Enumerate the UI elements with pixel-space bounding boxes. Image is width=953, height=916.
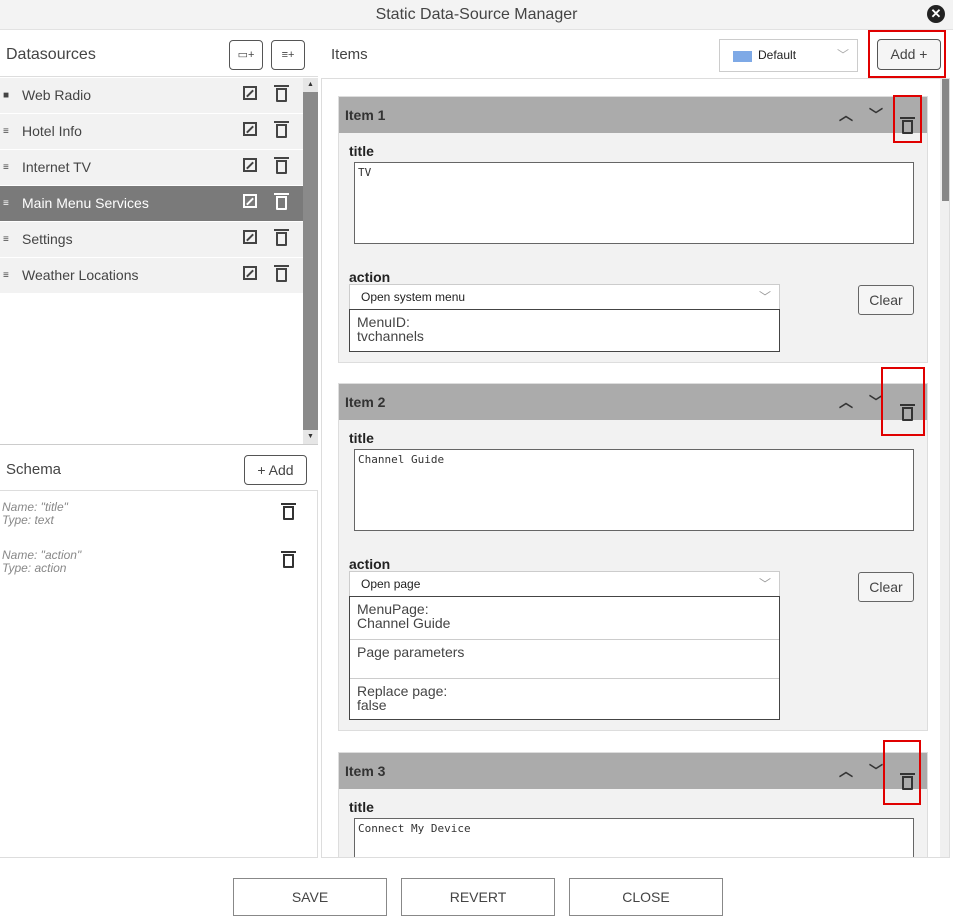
datasource-label: Hotel Info: [22, 123, 82, 139]
database-icon: ≡: [3, 234, 9, 245]
item-card-2: Item 2 ︿ ﹀ title Channel Guide action Op…: [338, 383, 928, 731]
action-select[interactable]: Open system menu ﹀: [349, 284, 780, 310]
title-textarea[interactable]: Connect My Device: [354, 818, 914, 857]
scroll-down-arrow[interactable]: ▼: [303, 430, 318, 444]
schema-field-title[interactable]: Name: "title" Type: text: [2, 501, 68, 527]
datasource-label: Weather Locations: [22, 267, 139, 283]
schema-field-action[interactable]: Name: "action" Type: action: [2, 549, 81, 575]
action-params[interactable]: MenuPage: Channel Guide Page parameters R…: [349, 596, 780, 720]
database-icon: ≡: [3, 126, 9, 137]
move-down-icon[interactable]: ﹀: [869, 97, 883, 133]
item-header[interactable]: Item 3 ︿ ﹀: [339, 753, 927, 790]
add-folder-button[interactable]: ▭+: [229, 40, 263, 70]
item-header[interactable]: Item 1 ︿ ﹀: [339, 97, 927, 134]
window-title: Static Data-Source Manager: [0, 0, 953, 30]
trash-icon[interactable]: [274, 224, 289, 259]
datasource-item[interactable]: ■ Web Radio: [0, 78, 303, 113]
datasource-label: Main Menu Services: [22, 195, 149, 211]
highlight-box: [883, 740, 921, 805]
clear-button[interactable]: Clear: [858, 285, 914, 315]
edit-icon[interactable]: [243, 258, 257, 293]
items-list: Item 1 ︿ ﹀ title TV action Open system m…: [321, 78, 950, 858]
highlight-box: [893, 95, 922, 143]
move-up-icon[interactable]: ︿: [839, 97, 853, 133]
title-label: title: [349, 143, 374, 159]
database-icon: ≡: [3, 162, 9, 173]
edit-icon[interactable]: [243, 186, 257, 221]
folder-icon: ■: [3, 90, 10, 101]
items-scrollbar[interactable]: [940, 79, 949, 857]
schema-delete-title[interactable]: [281, 503, 296, 525]
clear-button[interactable]: Clear: [858, 572, 914, 602]
trash-icon[interactable]: [274, 152, 289, 187]
language-flag-icon: [733, 51, 752, 62]
move-up-icon[interactable]: ︿: [839, 753, 853, 789]
action-label: action: [349, 269, 391, 285]
action-select[interactable]: Open page ﹀: [349, 571, 780, 597]
add-datasource-button[interactable]: ≡+: [271, 40, 305, 70]
action-params[interactable]: MenuID: tvchannels: [349, 309, 780, 352]
datasource-label: Internet TV: [22, 159, 92, 175]
trash-icon: [281, 551, 296, 568]
datasource-item[interactable]: ≡ Internet TV: [0, 150, 303, 185]
trash-icon[interactable]: [274, 188, 289, 223]
schema-header: Schema: [6, 461, 62, 478]
move-down-icon[interactable]: ﹀: [869, 753, 883, 789]
trash-icon[interactable]: [274, 116, 289, 151]
title-label: title: [349, 799, 374, 815]
items-header: Items: [331, 46, 368, 63]
item-card-3: Item 3 ︿ ﹀ title Connect My Device: [338, 752, 928, 857]
action-label: action: [349, 556, 391, 572]
datasource-item[interactable]: ≡ Settings: [0, 222, 303, 257]
save-button[interactable]: SAVE: [233, 878, 387, 916]
language-select[interactable]: Default ﹀: [719, 39, 858, 72]
trash-icon: [281, 503, 296, 520]
edit-icon[interactable]: [243, 114, 257, 149]
edit-icon[interactable]: [243, 222, 257, 257]
chevron-down-icon: ﹀: [758, 577, 771, 591]
schema-delete-action[interactable]: [281, 551, 296, 573]
title-textarea[interactable]: TV: [354, 162, 914, 244]
highlight-box: [881, 367, 925, 436]
edit-icon[interactable]: [243, 78, 257, 113]
datasource-item[interactable]: ≡ Main Menu Services: [0, 186, 303, 221]
datasource-scrollbar[interactable]: [303, 78, 318, 444]
highlight-box: [868, 30, 946, 78]
chevron-down-icon: ﹀: [836, 48, 849, 62]
close-button[interactable]: CLOSE: [569, 878, 723, 916]
edit-icon[interactable]: [243, 150, 257, 185]
trash-icon[interactable]: [274, 80, 289, 115]
item-header[interactable]: Item 2 ︿ ﹀: [339, 384, 927, 421]
title-textarea[interactable]: Channel Guide: [354, 449, 914, 531]
database-icon: ≡: [3, 270, 9, 281]
datasources-header: Datasources: [6, 46, 96, 63]
move-up-icon[interactable]: ︿: [839, 384, 853, 420]
database-icon: ≡: [3, 198, 9, 209]
database-plus-icon: ≡+: [281, 49, 295, 61]
datasource-item[interactable]: ≡ Hotel Info: [0, 114, 303, 149]
title-label: title: [349, 430, 374, 446]
revert-button[interactable]: REVERT: [401, 878, 555, 916]
datasource-item[interactable]: ≡ Weather Locations: [0, 258, 303, 293]
schema-add-button[interactable]: + Add: [244, 455, 307, 485]
datasource-label: Settings: [22, 231, 73, 247]
trash-icon[interactable]: [274, 260, 289, 295]
scroll-up-arrow[interactable]: ▲: [303, 78, 318, 92]
folder-plus-icon: ▭+: [237, 49, 255, 61]
datasource-label: Web Radio: [22, 87, 92, 103]
chevron-down-icon: ﹀: [758, 290, 771, 304]
close-icon[interactable]: ✕: [927, 5, 945, 23]
item-card-1: Item 1 ︿ ﹀ title TV action Open system m…: [338, 96, 928, 363]
